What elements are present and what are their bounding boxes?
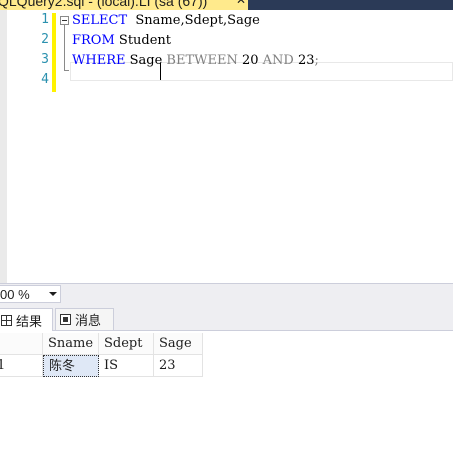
table-cell[interactable]: 陈冬	[43, 355, 99, 377]
table-cell[interactable]: IS	[99, 355, 154, 377]
sql-editor[interactable]: 1 2 3 4 SELECT Sname,Sdept,Sage FROM Stu…	[0, 10, 453, 283]
status-bar-filler	[61, 285, 453, 303]
line-number: 3	[41, 52, 49, 67]
operator-semicolon: ;	[314, 53, 319, 68]
close-icon[interactable]: ✕	[236, 0, 246, 7]
line-number: 1	[41, 12, 49, 27]
tab-messages-label: 消息	[75, 314, 102, 329]
text-caret	[160, 63, 161, 80]
results-grid[interactable]: Sname Sdept Sage 1 陈冬 IS 23	[0, 331, 453, 475]
line-number-gutter: 1 2 3 4	[7, 10, 52, 283]
table-cell[interactable]: 23	[154, 355, 203, 377]
keyword-from: FROM	[72, 33, 115, 48]
line-number: 2	[41, 32, 49, 47]
zoom-select[interactable]: 00 %	[0, 285, 61, 303]
editor-status-bar: 00 %	[0, 283, 453, 304]
code-text: Student	[114, 33, 172, 48]
row-number[interactable]: 1	[0, 355, 43, 377]
code-text: Sname,Sdept,Sage	[127, 13, 260, 28]
zoom-value: 00 %	[0, 287, 30, 302]
result-tabs: 结果 消息	[0, 304, 453, 331]
outline-guide	[64, 25, 65, 71]
editor-left-margin	[0, 10, 7, 283]
chevron-down-icon[interactable]	[49, 292, 57, 296]
collapse-icon[interactable]	[60, 16, 69, 25]
message-icon	[60, 314, 71, 325]
keyword-select: SELECT	[72, 13, 128, 28]
column-header-sage[interactable]: Sage	[154, 333, 203, 355]
code-text: 20	[237, 53, 263, 68]
operator-between: BETWEEN	[166, 53, 238, 68]
keyword-where: WHERE	[72, 53, 126, 68]
grid-icon	[1, 314, 12, 326]
change-indicator-bar	[52, 13, 56, 92]
tab-results-label: 结果	[16, 314, 43, 330]
tab-results[interactable]: 结果	[0, 308, 53, 331]
row-header-corner[interactable]	[0, 333, 43, 355]
line-number: 4	[41, 72, 49, 87]
outline-guide-end	[64, 70, 69, 71]
operator-and: AND	[262, 53, 294, 68]
code-line-3[interactable]: WHERE Sage BETWEEN 20 AND 23;	[72, 52, 319, 70]
query-tab-title: QLQuery2.sql - (local).LI (sa (67))	[0, 0, 208, 9]
tab-messages[interactable]: 消息	[55, 308, 114, 331]
column-header-sdept[interactable]: Sdept	[99, 333, 154, 355]
code-line-2[interactable]: FROM Student	[72, 32, 171, 50]
document-tab-strip: QLQuery2.sql - (local).LI (sa (67)) ✕	[0, 0, 453, 10]
code-line-1[interactable]: SELECT Sname,Sdept,Sage	[72, 12, 260, 30]
code-text: 23	[293, 53, 315, 68]
query-document-tab[interactable]: QLQuery2.sql - (local).LI (sa (67)) ✕	[0, 0, 248, 10]
column-header-sname[interactable]: Sname	[43, 333, 99, 355]
